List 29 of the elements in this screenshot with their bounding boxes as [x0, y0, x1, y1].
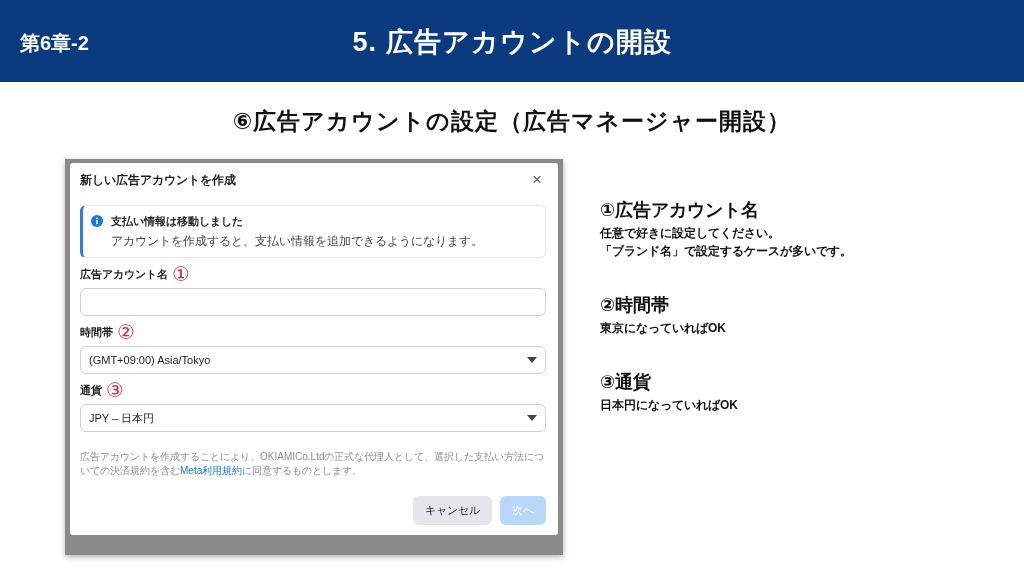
terms-link[interactable]: Meta利用規約 — [180, 465, 243, 476]
close-button[interactable]: × — [528, 171, 546, 188]
slide-title: 5. 広告アカウントの開設 — [352, 27, 672, 57]
caret-icon — [527, 415, 537, 421]
note-text: 東京になっていればOK — [600, 319, 727, 337]
caret-icon — [527, 357, 537, 363]
terms-text: 広告アカウントを作成することにより、OKIAMICo.Ltdの正式な代理人として、選択した支払い方法についての決済規約を含むMeta利用規約に同意するものとします。 — [80, 450, 546, 478]
note-heading: ②時間帯 — [600, 293, 671, 317]
dropdown-field[interactable]: (GMT+09:00) Asia/Tokyo — [80, 346, 546, 374]
note-text: 任意で好きに設定してください。 — [600, 224, 781, 242]
notice-title: 支払い情報は移動しました — [111, 213, 243, 229]
note-heading: ③通貨 — [600, 370, 653, 394]
dropdown-field[interactable]: JPY – 日本円 — [80, 404, 546, 432]
text-field[interactable] — [80, 288, 546, 316]
note-heading: ①広告アカウント名 — [600, 198, 761, 222]
chapter-label: 第6章-2 — [20, 31, 89, 56]
note-text: 日本円になっていればOK — [600, 396, 739, 414]
note-text: 「ブランド名」で設定するケースが多いです。 — [600, 242, 852, 260]
number-marker: ③ — [106, 380, 124, 400]
info-icon — [91, 214, 103, 227]
number-marker: ② — [117, 322, 135, 342]
field-label: 通貨 — [80, 382, 102, 398]
field-label: 時間帯 — [80, 324, 113, 340]
notice-text: アカウントを作成すると、支払い情報を追加できるようになります。 — [110, 233, 484, 250]
cancel-button[interactable]: キャンセル — [413, 496, 492, 525]
field-label: 広告アカウント名 — [80, 266, 168, 282]
slide-subtitle: ⑥広告アカウントの設定（広告マネージャー開設） — [231, 107, 793, 136]
dialog-title: 新しい広告アカウントを作成 — [80, 171, 236, 189]
number-marker: ① — [172, 264, 190, 284]
